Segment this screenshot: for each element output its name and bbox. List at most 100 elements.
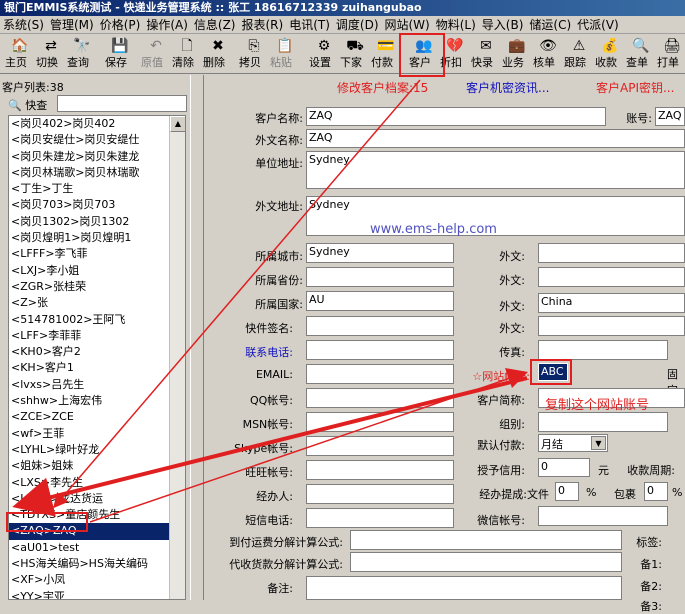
toolbar-button-1[interactable]: ⇄ 切换 xyxy=(36,36,66,72)
toolbar-button-2[interactable]: 🔭 查询 xyxy=(67,36,97,72)
menu-item-10[interactable]: 导入(B) xyxy=(479,16,527,33)
list-scrollbar[interactable]: ▲ xyxy=(169,116,185,599)
sms-field[interactable] xyxy=(306,508,454,528)
menu-item-12[interactable]: 代派(V) xyxy=(574,16,622,33)
list-item[interactable]: <岗贝朱建龙>岗贝朱建龙 xyxy=(9,149,171,165)
express-sign-field[interactable] xyxy=(306,316,454,336)
list-item[interactable]: <ZGR>张桂荣 xyxy=(9,279,171,295)
toolbar-button-20[interactable]: 🖨 打单 xyxy=(657,36,685,72)
wechat-field[interactable] xyxy=(538,506,668,526)
binoculars-icon: 🔭 xyxy=(73,38,91,54)
formula2-field[interactable] xyxy=(350,552,622,572)
province-label: 所属省份: xyxy=(255,274,303,287)
toolbar-button-0[interactable]: 🏠 主页 xyxy=(5,36,35,72)
menu-item-1[interactable]: 管理(M) xyxy=(47,16,97,33)
customer-name-field[interactable]: ZAQ xyxy=(306,107,606,126)
menu-item-8[interactable]: 网站(W) xyxy=(382,16,433,33)
menu-item-3[interactable]: 操作(A) xyxy=(143,16,191,33)
menu-item-11[interactable]: 储运(C) xyxy=(526,16,574,33)
toolbar-button-11[interactable]: 💳 付款 xyxy=(371,36,401,72)
msn-field[interactable] xyxy=(306,412,454,432)
skype-field[interactable] xyxy=(306,436,454,456)
menu-item-2[interactable]: 价格(P) xyxy=(97,16,144,33)
toolbar-button-17[interactable]: ⚠ 跟踪 xyxy=(564,36,594,72)
toolbar-button-10[interactable]: ⛟ 下家 xyxy=(340,36,370,72)
tab-1[interactable]: 客户机密资讯... xyxy=(466,79,549,96)
fax-field[interactable] xyxy=(538,340,668,360)
list-item[interactable]: <KH0>客户2 xyxy=(9,344,171,360)
toolbar-button-3[interactable]: 💾 保存 xyxy=(105,36,135,72)
toolbar-button-18[interactable]: 💰 收款 xyxy=(595,36,625,72)
menu-item-0[interactable]: 系统(S) xyxy=(0,16,47,33)
toolbar-button-5[interactable]: 🗋 清除 xyxy=(172,36,202,72)
toolbar-button-6[interactable]: ✖ 删除 xyxy=(203,36,233,72)
list-item[interactable]: <514781002>王阿飞 xyxy=(9,312,171,328)
panel-splitter[interactable] xyxy=(190,75,204,600)
unit-address-field[interactable]: Sydney xyxy=(306,151,685,189)
toolbar-button-14[interactable]: ✉ 快录 xyxy=(471,36,501,72)
contact-phone-field[interactable] xyxy=(306,340,454,360)
menu-item-6[interactable]: 电讯(T) xyxy=(286,16,333,33)
scroll-up-icon[interactable]: ▲ xyxy=(170,116,185,132)
list-item[interactable]: <YY>宇亚 xyxy=(9,589,171,599)
list-item[interactable]: <ZCE>ZCE xyxy=(9,409,171,425)
menu-item-4[interactable]: 信息(Z) xyxy=(191,16,239,33)
toolbar-button-16[interactable]: 👁 核单 xyxy=(533,36,563,72)
foreign-name-field[interactable]: ZAQ xyxy=(306,129,685,148)
city-field[interactable]: Sydney xyxy=(306,243,454,263)
list-item[interactable]: <shhw>上海宏伟 xyxy=(9,393,171,409)
list-item[interactable]: <wf>王菲 xyxy=(9,426,171,442)
list-item[interactable]: <LFF>李菲菲 xyxy=(9,328,171,344)
list-item[interactable]: <Z>张 xyxy=(9,295,171,311)
chevron-down-icon[interactable]: ▼ xyxy=(591,436,606,450)
menu-item-5[interactable]: 报表(R) xyxy=(238,16,286,33)
toolbar-button-9[interactable]: ⚙ 设置 xyxy=(309,36,339,72)
foreign2-field[interactable] xyxy=(538,267,685,287)
notes-field[interactable] xyxy=(306,576,622,600)
commission-file-field[interactable]: 0 xyxy=(555,482,579,501)
list-item[interactable]: <HS海关编码>HS海关编码 xyxy=(9,556,171,572)
qq-field[interactable] xyxy=(306,388,454,408)
toolbar-button-8[interactable]: 📋 粘贴 xyxy=(270,36,300,72)
list-item[interactable]: <XF>小凤 xyxy=(9,572,171,588)
menu-item-7[interactable]: 调度(D) xyxy=(333,16,382,33)
foreign3-field[interactable]: China xyxy=(538,293,685,313)
list-item[interactable]: <岗贝安缇仕>岗贝安缇仕 xyxy=(9,132,171,148)
list-item[interactable]: <LXS>李先生 xyxy=(9,475,171,491)
list-item[interactable]: <岗贝1302>岗贝1302 xyxy=(9,214,171,230)
tab-2[interactable]: 客户API密钥... xyxy=(596,79,674,96)
toolbar-button-19[interactable]: 🔍 查单 xyxy=(626,36,656,72)
tab-0[interactable]: 修改客户档案:15 xyxy=(337,79,428,96)
agent-field[interactable] xyxy=(306,484,454,504)
group-field[interactable] xyxy=(538,412,668,432)
list-item[interactable]: <岗贝402>岗贝402 xyxy=(9,116,171,132)
wangwang-field[interactable] xyxy=(306,460,454,480)
foreign4-field[interactable] xyxy=(538,316,685,336)
list-item[interactable]: <aU01>test xyxy=(9,540,171,556)
province-field[interactable] xyxy=(306,267,454,287)
list-item[interactable]: <LFFF>李飞菲 xyxy=(9,246,171,262)
list-item[interactable]: <lvxs>吕先生 xyxy=(9,377,171,393)
list-item[interactable]: <岗贝703>岗贝703 xyxy=(9,197,171,213)
list-item[interactable]: <姐妹>姐妹 xyxy=(9,458,171,474)
menu-item-9[interactable]: 物料(L) xyxy=(433,16,479,33)
list-item[interactable]: <LXJ>李小姐 xyxy=(9,263,171,279)
credit-field[interactable]: 0 xyxy=(538,458,590,477)
toolbar-button-7[interactable]: ⎘ 拷贝 xyxy=(239,36,269,72)
toolbar-button-15[interactable]: 💼 业务 xyxy=(502,36,532,72)
formula1-field[interactable] xyxy=(350,530,622,550)
email-field[interactable] xyxy=(306,364,454,384)
package-field[interactable]: 0 xyxy=(644,482,668,501)
list-item[interactable]: <丁生>丁生 xyxy=(9,181,171,197)
account-field[interactable]: ZAQ xyxy=(655,107,685,126)
list-item[interactable]: <LYHL>绿叶好龙 xyxy=(9,442,171,458)
quick-search-input[interactable] xyxy=(57,95,187,112)
list-item[interactable]: <岗贝林瑞歌>岗贝林瑞歌 xyxy=(9,165,171,181)
foreign1-field[interactable] xyxy=(538,243,685,263)
list-item[interactable]: <KH>客户1 xyxy=(9,360,171,376)
list-item[interactable]: <LDHY>龙达货运 xyxy=(9,491,171,507)
toolbar-button-4[interactable]: ↶ 原值 xyxy=(141,36,171,72)
country-field[interactable]: AU xyxy=(306,291,454,311)
country-label: 所属国家: xyxy=(255,298,303,311)
list-item[interactable]: <岗贝煌明1>岗贝煌明1 xyxy=(9,230,171,246)
